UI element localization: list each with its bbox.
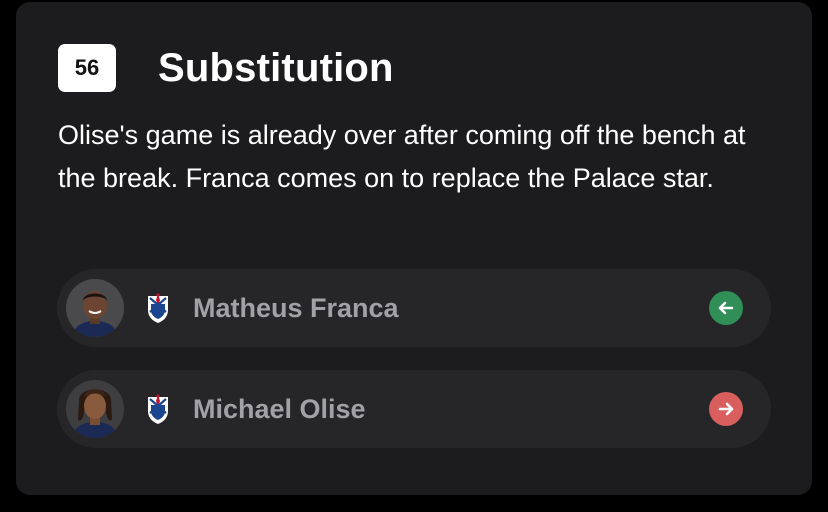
substitution-out-arrow-right-icon	[709, 392, 743, 426]
event-header: 56 Substitution	[58, 44, 394, 92]
event-card: 56 Substitution Olise's game is already …	[16, 2, 812, 495]
crystal-palace-crest-icon	[145, 292, 171, 324]
event-title: Substitution	[158, 45, 394, 90]
event-commentary: Olise's game is already over after comin…	[58, 120, 746, 193]
crystal-palace-crest-icon	[145, 393, 171, 425]
player-row-matheus-franca[interactable]: Matheus Franca	[57, 269, 771, 347]
player-avatar	[66, 380, 124, 438]
substitution-in-arrow-left-icon	[709, 291, 743, 325]
player-avatar	[66, 279, 124, 337]
minute-badge: 56	[58, 44, 116, 92]
player-name: Matheus Franca	[193, 293, 399, 323]
player-row-michael-olise[interactable]: Michael Olise	[57, 370, 771, 448]
player-name: Michael Olise	[193, 394, 366, 424]
